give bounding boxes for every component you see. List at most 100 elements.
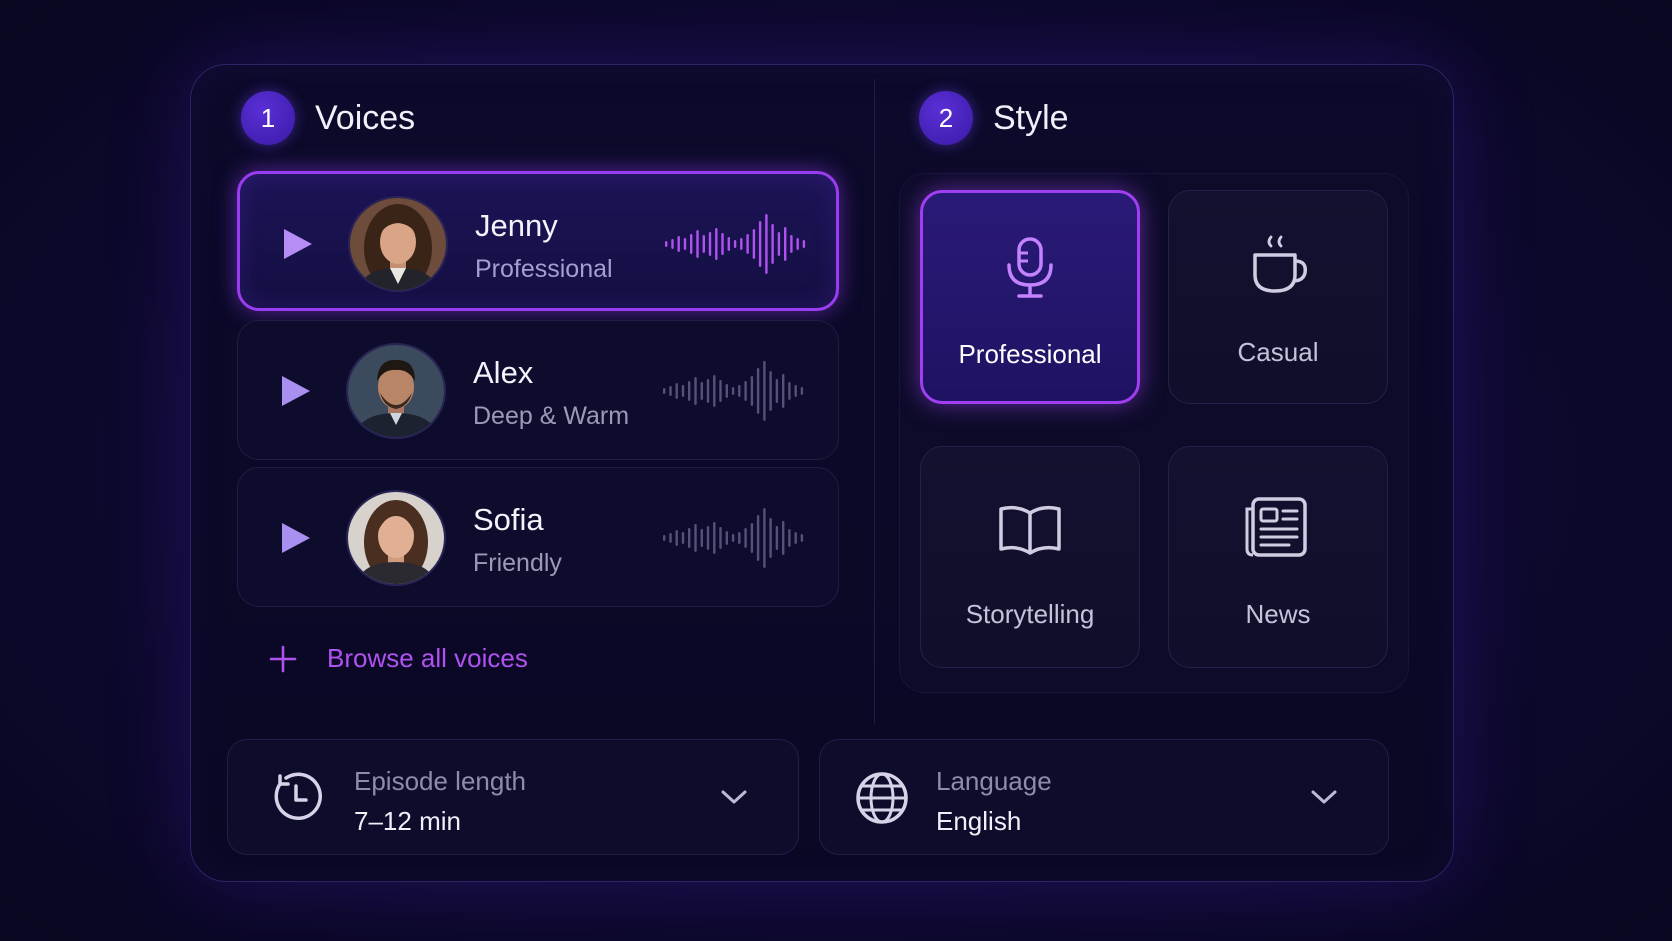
section-divider — [874, 79, 875, 724]
waveform-bar — [777, 232, 781, 256]
play-icon[interactable] — [274, 371, 314, 411]
waveform-bar — [763, 361, 766, 421]
waveform-bar — [794, 532, 797, 544]
style-section-title: Style — [993, 98, 1069, 137]
book-icon — [999, 505, 1061, 555]
waveform-bar — [725, 384, 728, 398]
play-icon[interactable] — [274, 518, 314, 558]
waveform-bar — [731, 387, 735, 395]
style-option-storytelling[interactable]: Storytelling — [920, 446, 1140, 668]
browse-all-voices-link[interactable]: Browse all voices — [269, 643, 528, 674]
waveform-bar — [771, 224, 774, 264]
voices-section-header: 1 Voices — [241, 91, 415, 145]
waveform-bar — [690, 234, 693, 254]
globe-icon — [856, 772, 908, 824]
waveform-bar — [725, 531, 728, 545]
episode-length-select[interactable]: Episode length 7–12 min — [227, 739, 799, 855]
waveform-bar — [688, 381, 691, 401]
waveform-bar — [790, 235, 793, 253]
waveform-icon — [665, 214, 806, 274]
waveform-bar — [663, 388, 666, 394]
waveform-bar — [800, 387, 804, 395]
plus-icon — [269, 645, 297, 672]
waveform-bar — [752, 229, 756, 259]
style-label: News — [1245, 599, 1311, 629]
waveform-bar — [769, 518, 772, 558]
waveform-bar — [715, 228, 718, 260]
waveform-bar — [740, 238, 743, 250]
voice-card-jenny[interactable]: Jenny Professional — [237, 171, 839, 311]
avatar-alex — [348, 345, 444, 437]
waveform-bar — [700, 529, 703, 547]
step-badge-style: 2 — [919, 91, 973, 145]
waveform-bar — [681, 385, 685, 397]
waveform-bar — [675, 383, 678, 399]
waveform-bar — [756, 368, 760, 414]
chevron-down-icon — [721, 790, 747, 804]
coffee-cup-icon — [1253, 235, 1308, 293]
voice-name: Alex — [473, 355, 534, 390]
waveform-bar — [782, 521, 785, 555]
voice-card-sofia[interactable]: Sofia Friendly — [237, 467, 839, 607]
language-select[interactable]: Language English — [819, 739, 1389, 855]
waveform-bar — [746, 234, 749, 254]
waveform-bar — [788, 529, 791, 547]
waveform-bar — [702, 235, 705, 253]
waveform-bar — [663, 535, 666, 541]
style-label: Storytelling — [965, 599, 1095, 629]
style-label: Professional — [958, 339, 1102, 369]
waveform-bar — [750, 376, 754, 406]
waveform-bar — [677, 236, 680, 252]
waveform-bar — [719, 380, 722, 402]
waveform-bar — [713, 522, 716, 554]
waveform-bar — [763, 508, 766, 568]
waveform-bar — [696, 230, 699, 258]
waveform-bar — [733, 240, 737, 248]
waveform-bar — [788, 382, 791, 400]
waveform-bar — [775, 526, 779, 550]
style-option-casual[interactable]: Casual — [1168, 190, 1388, 404]
waveform-bar — [738, 385, 741, 397]
waveform-bar — [706, 379, 710, 403]
waveform-bar — [671, 239, 674, 249]
waveform-bar — [756, 515, 760, 561]
play-icon[interactable] — [276, 224, 316, 264]
waveform-bar — [738, 532, 741, 544]
waveform-bar — [721, 233, 724, 255]
voice-description: Deep & Warm — [473, 402, 630, 430]
waveform-bar — [769, 371, 772, 411]
waveform-bar — [665, 241, 668, 247]
voice-name: Sofia — [473, 502, 544, 537]
waveform-icon — [663, 361, 804, 421]
voice-description: Friendly — [473, 549, 562, 577]
waveform-icon — [663, 508, 804, 568]
waveform-bar — [669, 533, 672, 543]
language-label: Language — [936, 766, 1052, 796]
waveform-bar — [794, 385, 797, 397]
voice-name: Jenny — [475, 208, 558, 243]
avatar-sofia — [348, 492, 444, 584]
waveform-bar — [675, 530, 678, 546]
voice-description: Professional — [475, 255, 613, 283]
episode-length-value: 7–12 min — [354, 806, 461, 836]
waveform-bar — [765, 214, 768, 274]
waveform-bar — [758, 221, 762, 267]
style-option-news[interactable]: News — [1168, 446, 1388, 668]
waveform-bar — [796, 238, 799, 250]
waveform-bar — [800, 534, 804, 542]
waveform-bar — [669, 386, 672, 396]
voice-card-alex[interactable]: Alex Deep & Warm — [237, 320, 839, 460]
waveform-bar — [700, 382, 703, 400]
style-options-grid: Professional Casual Storytelling News — [899, 173, 1409, 693]
waveform-bar — [694, 524, 697, 552]
style-option-professional[interactable]: Professional — [920, 190, 1140, 404]
waveform-bar — [719, 527, 722, 549]
waveform-bar — [694, 377, 697, 405]
newspaper-icon — [1245, 497, 1307, 557]
waveform-bar — [706, 526, 710, 550]
step-badge-voices: 1 — [241, 91, 295, 145]
episode-length-label: Episode length — [354, 766, 527, 796]
style-label: Casual — [1237, 337, 1319, 367]
clock-icon — [274, 772, 322, 820]
waveform-bar — [744, 528, 747, 548]
